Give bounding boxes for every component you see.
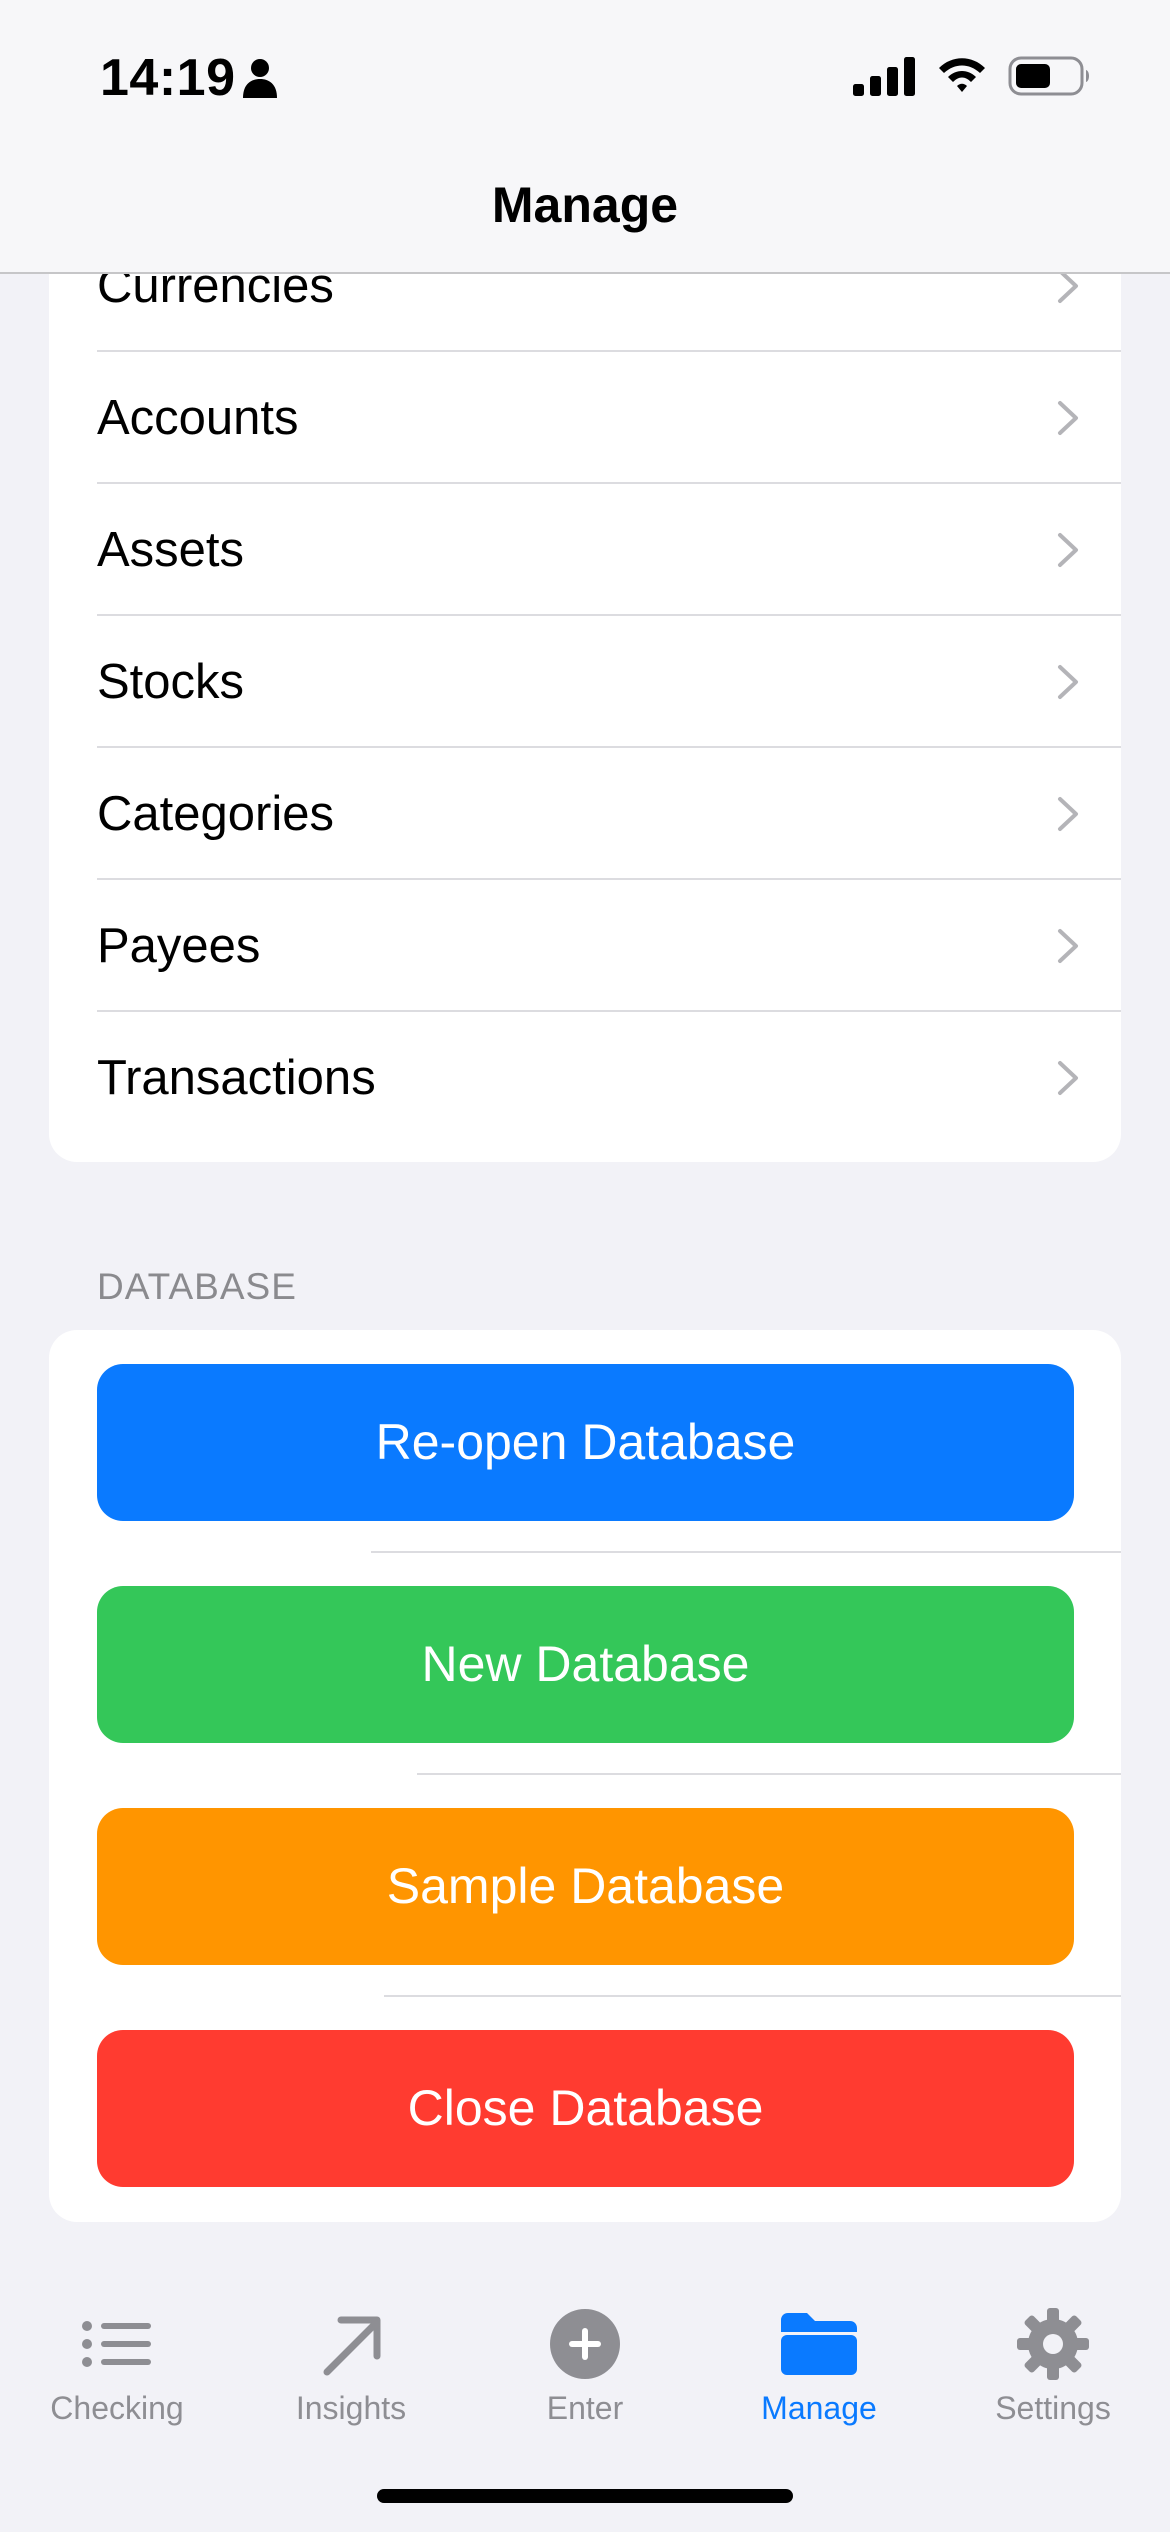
battery-icon [1008,56,1089,96]
chevron-right-icon [1058,401,1078,435]
list-item-accounts[interactable]: Accounts [49,352,1121,484]
chevron-right-icon [1058,1061,1078,1095]
tab-checking[interactable]: Checking [0,2268,234,2468]
tab-insights[interactable]: Insights [234,2268,468,2468]
row-divider [384,1995,1121,1997]
person-icon [243,59,277,98]
section-header-database: DATABASE [97,1266,297,1307]
chevron-right-icon [1058,929,1078,963]
tab-label: Checking [50,2390,184,2426]
sample-database-button[interactable]: Sample Database [97,1808,1074,1965]
reopen-database-button[interactable]: Re-open Database [97,1364,1074,1521]
status-time: 14:19 [100,49,236,107]
list-item-label: Categories [97,787,334,841]
tab-enter[interactable]: Enter [468,2268,702,2468]
list-icon [82,2321,151,2367]
manage-list: Currencies Accounts Assets Stocks Catego… [49,240,1121,1162]
plus-circle-icon [550,2309,620,2379]
chevron-right-icon [1058,665,1078,699]
new-database-button[interactable]: New Database [97,1586,1074,1743]
tab-label: Insights [295,2390,407,2426]
list-item-payees[interactable]: Payees [49,880,1121,1012]
page-title: Manage [491,177,679,233]
chevron-right-icon [1058,533,1078,567]
list-item-label: Stocks [97,655,245,709]
arrow-up-right-icon [323,2316,381,2376]
list-item-categories[interactable]: Categories [49,748,1121,880]
list-item-assets[interactable]: Assets [49,484,1121,616]
list-item-transactions[interactable]: Transactions [49,1012,1121,1144]
list-item-label: Payees [97,919,261,973]
row-divider [417,1773,1121,1775]
list-item-label: Assets [97,523,245,577]
gear-icon [1017,2308,1089,2380]
status-bar: 14:19 [0,0,1170,150]
cellular-signal-icon [853,57,915,96]
row-divider [371,1551,1121,1553]
tab-label: Settings [995,2390,1111,2426]
tab-label: Enter [546,2390,624,2426]
navigation-bar: Manage [0,150,1170,274]
tab-settings[interactable]: Settings [936,2268,1170,2468]
close-database-button[interactable]: Close Database [97,2030,1074,2187]
database-card: Re-open Database New Database Sample Dat… [49,1330,1121,2222]
tab-manage[interactable]: Manage [702,2268,936,2468]
list-item-stocks[interactable]: Stocks [49,616,1121,748]
list-item-label: Accounts [97,391,299,445]
wifi-icon [939,58,985,92]
tab-label: Manage [761,2390,877,2426]
chevron-right-icon [1058,797,1078,831]
home-indicator[interactable] [377,2489,793,2503]
list-item-label: Transactions [97,1051,376,1105]
folder-icon [781,2313,857,2375]
